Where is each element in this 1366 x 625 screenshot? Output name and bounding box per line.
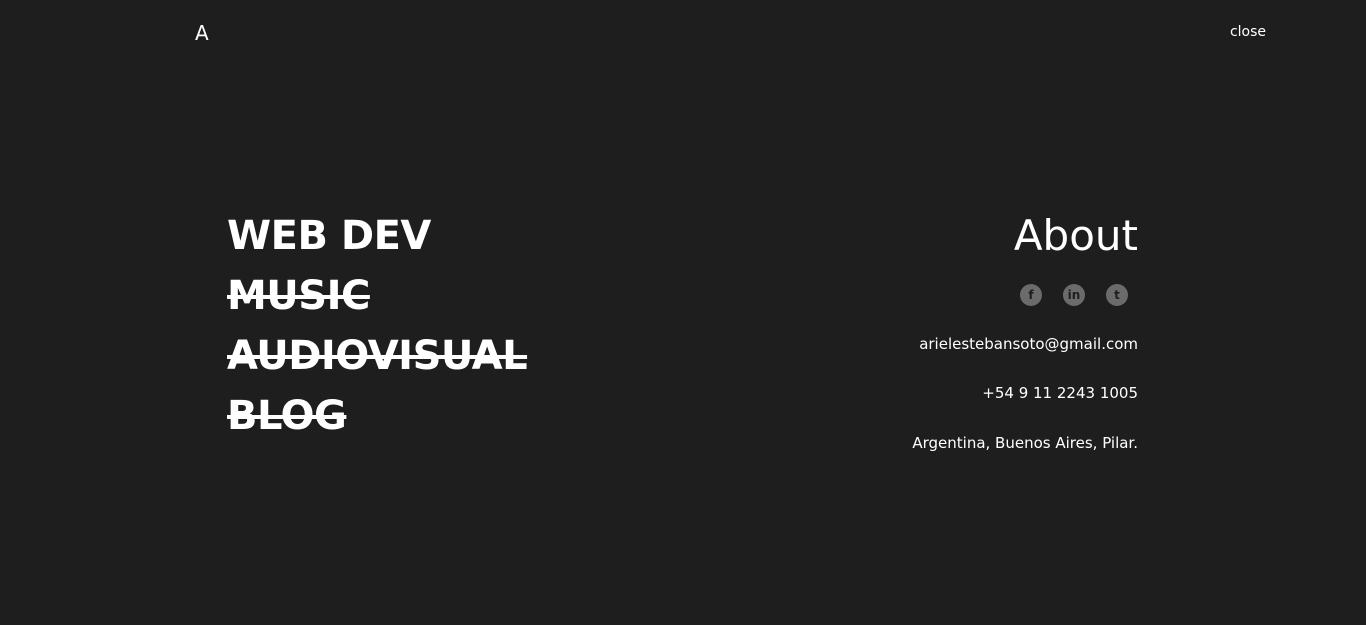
page: A close WEB DEV MUSIC AUDIOVISUAL BLOG A… (0, 0, 1366, 625)
linkedin-icon[interactable]: in (1063, 284, 1085, 306)
facebook-icon[interactable]: f (1020, 284, 1042, 306)
tumblr-icon[interactable]: t (1106, 284, 1128, 306)
email-link[interactable]: arielestebansoto@gmail.com (912, 335, 1138, 353)
phone-number[interactable]: +54 9 11 2243 1005 (912, 384, 1138, 402)
about-title: About (1013, 211, 1138, 260)
logo[interactable]: A (195, 21, 209, 45)
location-text: Argentina, Buenos Aires, Pilar. (912, 434, 1138, 452)
close-button[interactable]: close (1230, 24, 1266, 40)
menu-item-music[interactable]: MUSIC (227, 266, 527, 326)
main-menu: WEB DEV MUSIC AUDIOVISUAL BLOG (227, 206, 528, 446)
menu-item-web-dev[interactable]: WEB DEV (227, 206, 527, 266)
menu-item-audiovisual[interactable]: AUDIOVISUAL (227, 326, 528, 386)
about-section: About f in t arielestebansoto@gmail.com … (912, 208, 1138, 452)
social-links: f in t (912, 284, 1138, 306)
menu-item-blog[interactable]: BLOG (227, 386, 527, 446)
